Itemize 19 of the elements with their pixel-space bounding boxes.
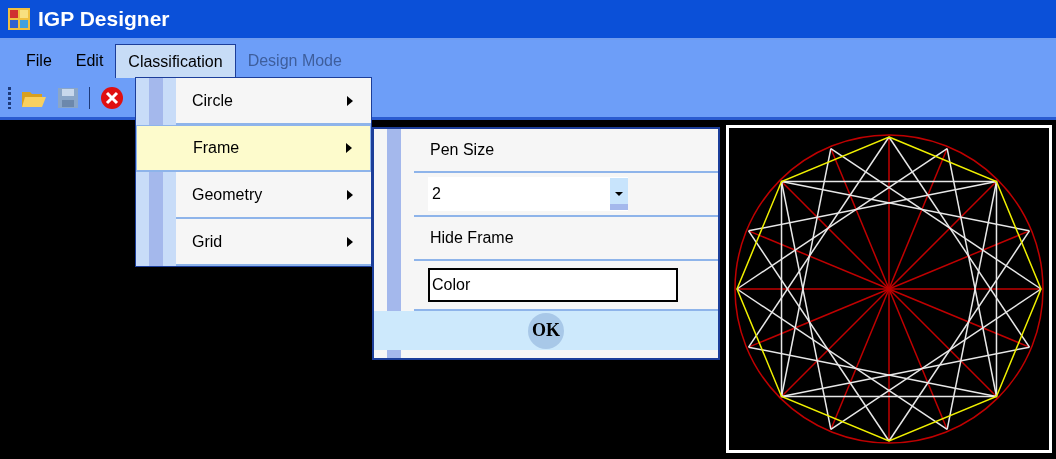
app-icon xyxy=(8,8,30,30)
menu-item[interactable]: File xyxy=(14,44,64,78)
menu-item[interactable]: Classification xyxy=(115,44,236,78)
submenu-arrow-icon xyxy=(346,143,352,153)
pen-size-dropdown[interactable]: 2 xyxy=(428,177,628,211)
menu-margin-stripe xyxy=(387,350,401,358)
ok-button[interactable]: OK xyxy=(528,312,564,349)
save-icon[interactable] xyxy=(57,86,79,109)
close-icon[interactable] xyxy=(100,85,124,110)
grip-icon xyxy=(8,86,11,109)
menu-item[interactable]: Edit xyxy=(63,44,116,78)
submenu-arrow-icon xyxy=(347,95,353,106)
window-title: IGP Designer xyxy=(38,6,170,33)
submenu-arrow-icon xyxy=(347,236,353,247)
dropdown-item[interactable]: Frame xyxy=(136,125,371,172)
submenu-arrow-icon xyxy=(347,189,353,200)
color-field[interactable]: Color xyxy=(428,268,678,302)
hide-frame-option[interactable]: Hide Frame xyxy=(430,226,514,250)
pen-size-label: Pen Size xyxy=(430,140,495,160)
